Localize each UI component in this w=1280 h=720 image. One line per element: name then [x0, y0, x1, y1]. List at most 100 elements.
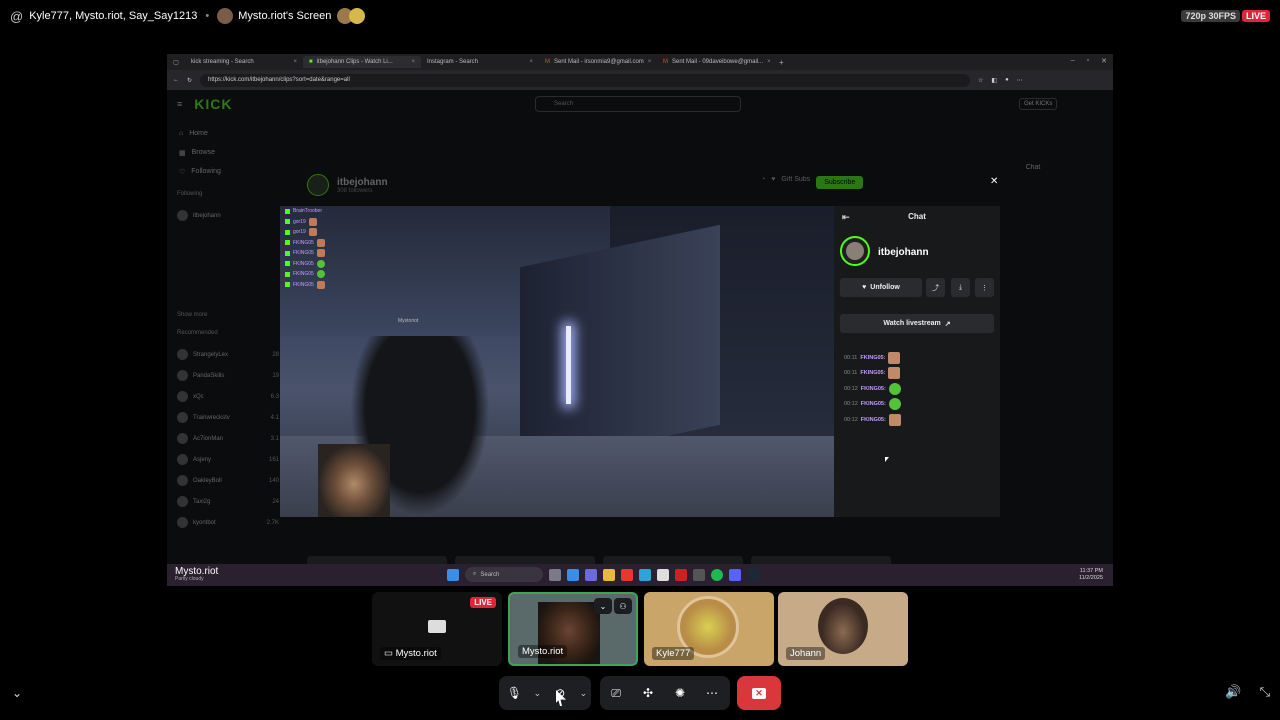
download-button[interactable]: ⤓ [951, 278, 970, 297]
edge-icon[interactable] [639, 568, 651, 581]
clip-video-player[interactable]: Mystoriot BrainTroober gor19 gor19 FKING05 F… [280, 206, 834, 517]
get-kicks-button[interactable]: Get KICKs [1019, 98, 1058, 110]
close-icon[interactable]: × [648, 59, 652, 65]
screen-share-icon [428, 620, 446, 633]
chat-username[interactable]: FKING05: [861, 401, 886, 407]
avatar[interactable] [840, 236, 870, 266]
channel-name: kyontbot [193, 519, 216, 526]
maximize-icon[interactable]: ▫ [1087, 57, 1089, 65]
mic-options-chevron-icon[interactable]: ⌄ [530, 676, 545, 710]
menu-icon[interactable]: ≡ [177, 99, 182, 109]
recommended-channel[interactable]: kyontbot 2.7K [167, 512, 287, 533]
activities-icon[interactable]: ✣ [632, 676, 664, 710]
profile-icon[interactable]: ● [1005, 77, 1009, 83]
chevron-down-icon[interactable]: ⌄ [594, 598, 612, 614]
close-icon[interactable]: ✕ [990, 176, 998, 187]
start-icon[interactable] [447, 568, 459, 581]
chat-username[interactable]: FKING05: [860, 370, 885, 376]
add-friend-icon[interactable]: ⚇ [614, 598, 632, 614]
recommended-channel[interactable]: StrangelyLex 28 [167, 344, 287, 365]
participant-tile-stream[interactable]: LIVE ▭ Mysto.riot [372, 592, 502, 666]
kick-search-input[interactable]: Search [535, 96, 741, 112]
browser-tab[interactable]: kick streaming - Search × [185, 56, 303, 68]
recommended-channel[interactable]: Asjeny 161 [167, 449, 287, 470]
shared-screen[interactable]: ▢ kick streaming - Search × ■ itbejohann C… [167, 54, 1113, 586]
app-icon[interactable] [585, 568, 597, 581]
stop-stream-button[interactable]: ✕ [737, 676, 781, 710]
close-icon[interactable]: × [293, 59, 297, 65]
taskbar-search[interactable]: ⌕ Search [465, 567, 543, 582]
recommended-channel[interactable]: xQc 6.3 [167, 386, 287, 407]
close-window-icon[interactable]: ✕ [1101, 57, 1107, 65]
more-icon[interactable]: ⋯ [1017, 77, 1023, 84]
soundboard-icon[interactable]: ✺ [664, 676, 696, 710]
task-view-icon[interactable] [549, 568, 561, 581]
taskbar-widget[interactable]: Mysto.riot Partly cloudy [175, 566, 218, 582]
tab-actions-icon[interactable]: ▢ [167, 59, 185, 66]
more-options-icon[interactable]: ⋯ [696, 676, 728, 710]
participant-tile[interactable]: Johann [778, 592, 908, 666]
watch-livestream-button[interactable]: Watch livestream ↗ [840, 314, 994, 333]
close-icon[interactable]: × [767, 59, 771, 65]
exit-fullscreen-icon[interactable]: ⤡ [1260, 684, 1270, 700]
recommended-channel[interactable]: Ac7ionMan 3.1 [167, 428, 287, 449]
kick-logo[interactable]: KICK [194, 96, 232, 112]
followed-channel[interactable]: itbejohann [167, 205, 287, 226]
browser-tab[interactable]: M Sent Mail - 09daveibowe@gmail... × [657, 56, 775, 68]
channel-avatar[interactable] [307, 174, 329, 196]
recommended-channel[interactable]: PandaSkills 19 [167, 365, 287, 386]
sidebar-item-home[interactable]: ⌂ Home [167, 124, 287, 143]
back-icon[interactable]: ← [173, 77, 179, 83]
more-button[interactable]: ⋮ [975, 278, 994, 297]
sidebar-item-following[interactable]: ♡ Following [167, 162, 287, 181]
browser-tab-active[interactable]: ■ itbejohann Clips - Watch Li... × [303, 56, 421, 68]
app-icon[interactable] [693, 568, 705, 581]
microphone-icon[interactable]: 🎙 [499, 676, 530, 710]
recommended-channel[interactable]: Taxi2g 24 [167, 491, 287, 512]
recommended-channel[interactable]: OakleyBoll 140 [167, 470, 287, 491]
app-icon[interactable] [567, 568, 579, 581]
discord-icon[interactable] [729, 568, 741, 581]
extensions-icon[interactable]: ◧ [991, 77, 997, 84]
url-field[interactable]: https://kick.com/itbejohann/clips?sort=d… [200, 73, 971, 87]
chat-username: BrainTroober [293, 208, 322, 215]
participant-tile[interactable]: Kyle777 [644, 592, 774, 666]
share-icon: ⤴ [932, 284, 939, 292]
app-icon[interactable] [675, 568, 687, 581]
chat-message: 00:11 FKING05: [840, 350, 994, 366]
screen-share-icon[interactable]: ⎚ [600, 676, 632, 710]
refresh-icon[interactable]: ↻ [187, 77, 192, 84]
participant-tile-speaking[interactable]: ⌄ ⚇ Mysto.riot [508, 592, 638, 666]
minimize-icon[interactable]: – [1071, 57, 1075, 65]
chat-username[interactable]: FKING05: [860, 355, 885, 361]
show-more-link[interactable]: Show more [167, 312, 287, 326]
youtube-icon[interactable] [621, 568, 633, 581]
recommended-channel[interactable]: Trainwreckstv 4.1 [167, 407, 287, 428]
unfollow-button[interactable]: ♥ Unfollow [840, 278, 922, 297]
close-icon[interactable]: × [411, 59, 415, 65]
camera-options-chevron-icon[interactable]: ⌄ [576, 676, 591, 710]
chat-message: 00:12 FKING05: [840, 412, 994, 428]
streamer-name[interactable]: itbejohann [878, 247, 929, 258]
gift-subs-button[interactable]: Gift Subs [781, 176, 810, 189]
system-tray[interactable]: 11:37 PM 11/2/2025 [1079, 568, 1103, 582]
bell-icon[interactable]: ◔ [761, 176, 765, 189]
share-button[interactable]: ⤴ [926, 278, 945, 297]
close-icon[interactable]: × [529, 59, 533, 65]
new-tab-icon[interactable]: + [779, 58, 784, 67]
chat-username[interactable]: FKING05: [861, 386, 886, 392]
chat-username[interactable]: FKING05: [861, 417, 886, 423]
heart-icon[interactable]: ♥ [771, 176, 775, 189]
folder-icon[interactable] [603, 568, 615, 581]
browser-tab[interactable]: Instagram - Search × [421, 56, 539, 68]
browser-tab[interactable]: M Sent Mail - irsonmia9@gmail.com × [539, 56, 657, 68]
volume-icon[interactable]: 🔊 [1225, 684, 1241, 700]
app-icon[interactable] [657, 568, 669, 581]
favorite-icon[interactable]: ☆ [978, 77, 983, 84]
emote-icon [308, 228, 317, 237]
steam-icon[interactable] [747, 568, 759, 581]
subscribe-button[interactable]: Subscribe [816, 176, 864, 189]
spotify-icon[interactable] [711, 568, 723, 581]
chevron-down-icon[interactable]: ⌄ [12, 686, 22, 700]
sidebar-item-browse[interactable]: ▦ Browse [167, 143, 287, 162]
